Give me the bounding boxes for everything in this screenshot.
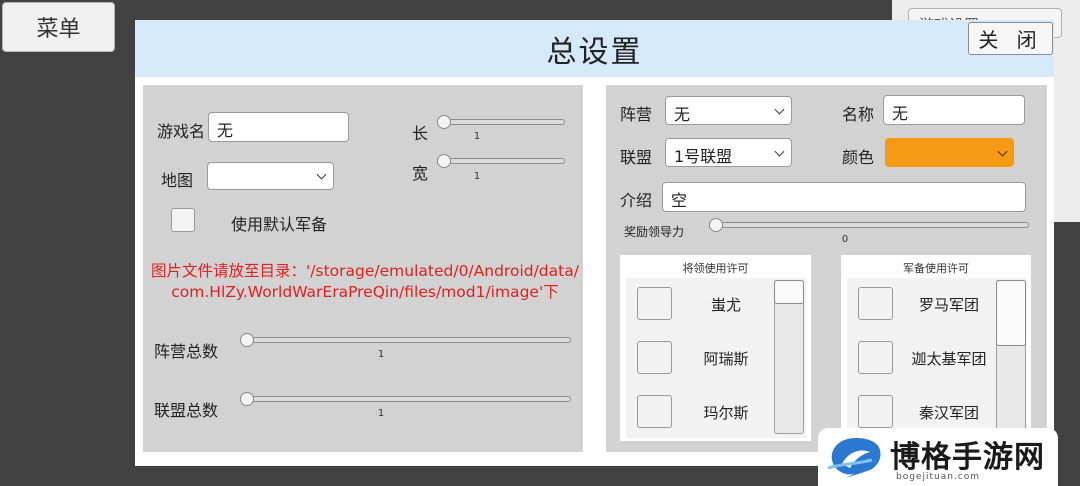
faction-total-label: 阵营总数 <box>154 342 219 361</box>
name-input[interactable]: 无 <box>883 95 1025 125</box>
map-select[interactable] <box>207 162 334 190</box>
general-scroll-handle[interactable] <box>774 280 804 304</box>
width-value: 1 <box>473 171 481 182</box>
leadership-label: 奖励领导力 <box>624 225 685 239</box>
color-label: 颜色 <box>842 148 875 167</box>
intro-input[interactable]: 空 <box>662 182 1026 212</box>
army-checkbox[interactable] <box>858 287 893 320</box>
notice-line-1: 图片文件请放至目录：'/storage/emulated/0/Android/d… <box>151 262 579 280</box>
length-label: 长 <box>412 124 429 143</box>
notice-line-2: com.HlZy.WorldWarEraPreQin/files/mod1/im… <box>171 283 559 301</box>
camp-select[interactable]: 无 <box>665 96 792 125</box>
length-slider[interactable] <box>437 119 565 125</box>
menu-button[interactable]: 菜单 <box>2 2 115 52</box>
leadership-slider-thumb[interactable] <box>709 218 723 232</box>
general-checkbox[interactable] <box>637 287 672 320</box>
leadership-slider[interactable] <box>709 222 1029 228</box>
dialog-title: 总设置 <box>546 34 643 70</box>
general-checkbox[interactable] <box>637 341 672 374</box>
alliance-select[interactable]: 1号联盟 <box>665 138 792 167</box>
general-name: 阿瑞斯 <box>703 350 749 368</box>
length-slider-thumb[interactable] <box>437 115 451 129</box>
alliance-total-slider[interactable] <box>240 396 571 402</box>
camp-label: 阵营 <box>620 105 653 124</box>
map-label: 地图 <box>161 171 194 190</box>
close-button[interactable]: 关 闭 <box>968 22 1053 55</box>
general-name: 玛尔斯 <box>703 404 749 422</box>
army-permission-title: 军备使用许可 <box>903 262 969 275</box>
camp-select-value: 无 <box>674 105 691 124</box>
alliance-total-value: 1 <box>377 408 385 419</box>
width-slider-thumb[interactable] <box>437 154 451 168</box>
faction-total-value: 1 <box>377 349 385 360</box>
default-army-label: 使用默认军备 <box>231 215 328 234</box>
army-name: 罗马军团 <box>918 296 979 314</box>
alliance-label: 联盟 <box>620 148 653 167</box>
length-value: 1 <box>473 131 481 142</box>
faction-total-slider[interactable] <box>240 337 571 343</box>
chevron-down-icon <box>997 146 1008 157</box>
general-name: 蚩尤 <box>710 296 741 314</box>
chevron-down-icon <box>774 104 785 115</box>
name-label: 名称 <box>842 105 875 124</box>
default-army-checkbox[interactable] <box>171 208 195 232</box>
intro-label: 介绍 <box>620 191 653 210</box>
army-name: 迦太基军团 <box>911 350 987 368</box>
army-scroll-handle[interactable] <box>996 280 1026 346</box>
army-checkbox[interactable] <box>858 395 893 428</box>
leadership-value: 0 <box>841 234 849 245</box>
image-path-notice: 图片文件请放至目录：'/storage/emulated/0/Android/d… <box>150 261 580 303</box>
game-name-input[interactable]: 无 <box>208 112 349 142</box>
game-name-label: 游戏名 <box>157 122 206 141</box>
width-label: 宽 <box>412 164 429 183</box>
alliance-total-slider-thumb[interactable] <box>240 392 254 406</box>
width-slider[interactable] <box>437 158 565 164</box>
army-name: 秦汉军团 <box>918 404 979 422</box>
color-select[interactable] <box>885 138 1014 167</box>
faction-total-slider-thumb[interactable] <box>240 333 254 347</box>
watermark-url: bogejituan.com <box>896 472 981 482</box>
chevron-down-icon <box>316 169 327 180</box>
watermark-logo-icon <box>827 438 881 478</box>
general-checkbox[interactable] <box>637 395 672 428</box>
alliance-total-label: 联盟总数 <box>154 401 219 420</box>
alliance-select-value: 1号联盟 <box>674 147 733 166</box>
watermark-text: 博格手游网 <box>890 440 1045 475</box>
chevron-down-icon <box>774 146 785 157</box>
general-permission-title: 将领使用许可 <box>682 262 749 275</box>
army-checkbox[interactable] <box>858 341 893 374</box>
